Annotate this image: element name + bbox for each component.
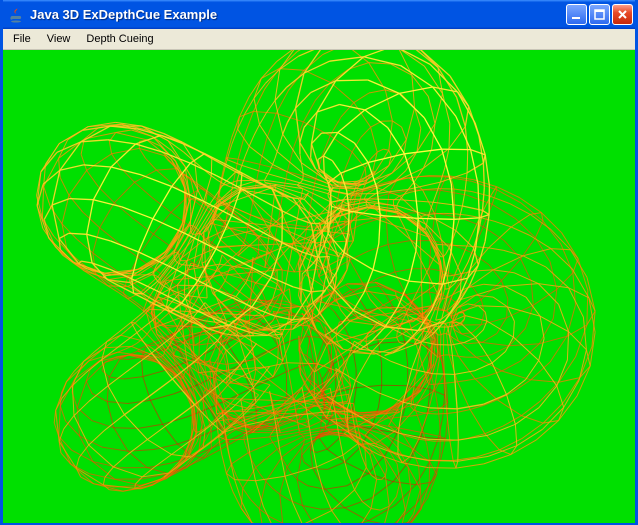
menu-file[interactable]: File	[5, 29, 39, 49]
titlebar[interactable]: Java 3D ExDepthCue Example	[3, 0, 635, 29]
app-window: Java 3D ExDepthCue Example File View Dep…	[0, 0, 638, 525]
menubar: File View Depth Cueing	[3, 29, 635, 50]
java3d-canvas[interactable]	[3, 50, 635, 523]
close-button[interactable]	[612, 4, 633, 25]
menu-view[interactable]: View	[39, 29, 79, 49]
window-title: Java 3D ExDepthCue Example	[30, 7, 566, 22]
maximize-button[interactable]	[589, 4, 610, 25]
minimize-button[interactable]	[566, 4, 587, 25]
window-controls	[566, 4, 633, 25]
java-coffee-cup-icon	[9, 7, 25, 23]
menu-depth-cueing[interactable]: Depth Cueing	[78, 29, 161, 49]
